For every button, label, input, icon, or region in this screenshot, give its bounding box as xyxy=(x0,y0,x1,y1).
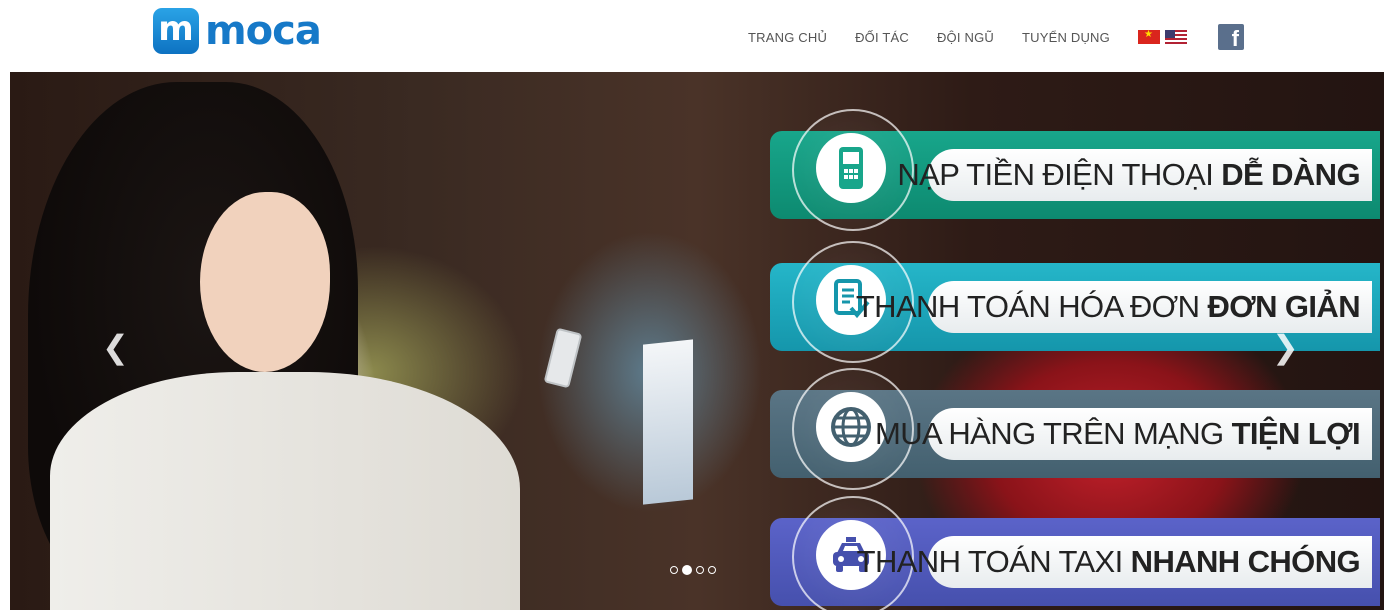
site-header: m moca TRANG CHỦ ĐỐI TÁC ĐỘI NGŨ TUYỂN D… xyxy=(0,0,1387,72)
language-switcher xyxy=(1137,29,1192,44)
banner-online-shopping: MUA HÀNG TRÊN MẠNG TIỆN LỢI xyxy=(770,368,1380,490)
banner-label: THANH TOÁN TAXI xyxy=(856,544,1124,579)
banner-text: THANH TOÁN TAXI NHANH CHÓNG xyxy=(857,536,1372,588)
facebook-icon[interactable]: f xyxy=(1217,24,1244,50)
photo-woman-face xyxy=(200,192,330,372)
banner-label-bold: NHANH CHÓNG xyxy=(1130,544,1361,579)
banner-label-bold: TIỆN LỢI xyxy=(1231,416,1361,451)
moca-logo[interactable]: m moca xyxy=(153,8,322,54)
logo-badge: m xyxy=(153,8,199,54)
nav-item-team[interactable]: ĐỘI NGŨ xyxy=(937,30,994,45)
banner-text: NẠP TIỀN ĐIỆN THOẠI DỄ DÀNG xyxy=(897,149,1372,201)
hero-slider: NẠP TIỀN ĐIỆN THOẠI DỄ DÀNG THANH TOÁN HÓ… xyxy=(10,72,1384,610)
slider-dot-1[interactable] xyxy=(670,566,678,574)
banner-text: MUA HÀNG TRÊN MẠNG TIỆN LỢI xyxy=(875,408,1372,460)
slider-dot-2[interactable] xyxy=(682,565,692,575)
banner-phone-topup: NẠP TIỀN ĐIỆN THOẠI DỄ DÀNG xyxy=(770,109,1380,231)
nav-item-home[interactable]: TRANG CHỦ xyxy=(748,30,827,45)
banner-circle xyxy=(792,109,914,231)
nav-item-partners[interactable]: ĐỐI TÁC xyxy=(855,30,909,45)
banner-taxi-payment: THANH TOÁN TAXI NHANH CHÓNG xyxy=(770,496,1380,610)
logo-wordmark: moca xyxy=(205,8,322,54)
slider-prev-arrow-icon[interactable]: ❮ xyxy=(102,328,129,366)
banner-label-bold: DỄ DÀNG xyxy=(1221,157,1360,192)
slider-next-arrow-icon[interactable]: ❯ xyxy=(1272,328,1299,366)
photo-qr-stand xyxy=(643,339,693,505)
us-flag-icon[interactable] xyxy=(1164,30,1187,44)
photo-woman-shirt xyxy=(50,372,520,610)
slider-dot-4[interactable] xyxy=(708,566,716,574)
slider-pagination xyxy=(670,565,720,575)
mobile-phone-icon xyxy=(816,133,886,203)
banner-text: THANH TOÁN HÓA ĐƠN ĐƠN GIẢN xyxy=(856,281,1372,333)
banner-label: MUA HÀNG TRÊN MẠNG xyxy=(874,416,1224,451)
nav-item-careers[interactable]: TUYỂN DỤNG xyxy=(1022,30,1110,45)
banner-label: NẠP TIỀN ĐIỆN THOẠI xyxy=(897,157,1214,192)
banner-label: THANH TOÁN HÓA ĐƠN xyxy=(855,289,1200,324)
photo-smartphone xyxy=(543,327,583,389)
slider-dot-3[interactable] xyxy=(696,566,704,574)
main-nav: TRANG CHỦ ĐỐI TÁC ĐỘI NGŨ TUYỂN DỤNG f xyxy=(748,24,1244,50)
vietnam-flag-icon[interactable] xyxy=(1137,29,1160,44)
banner-label-bold: ĐƠN GIẢN xyxy=(1207,289,1360,324)
